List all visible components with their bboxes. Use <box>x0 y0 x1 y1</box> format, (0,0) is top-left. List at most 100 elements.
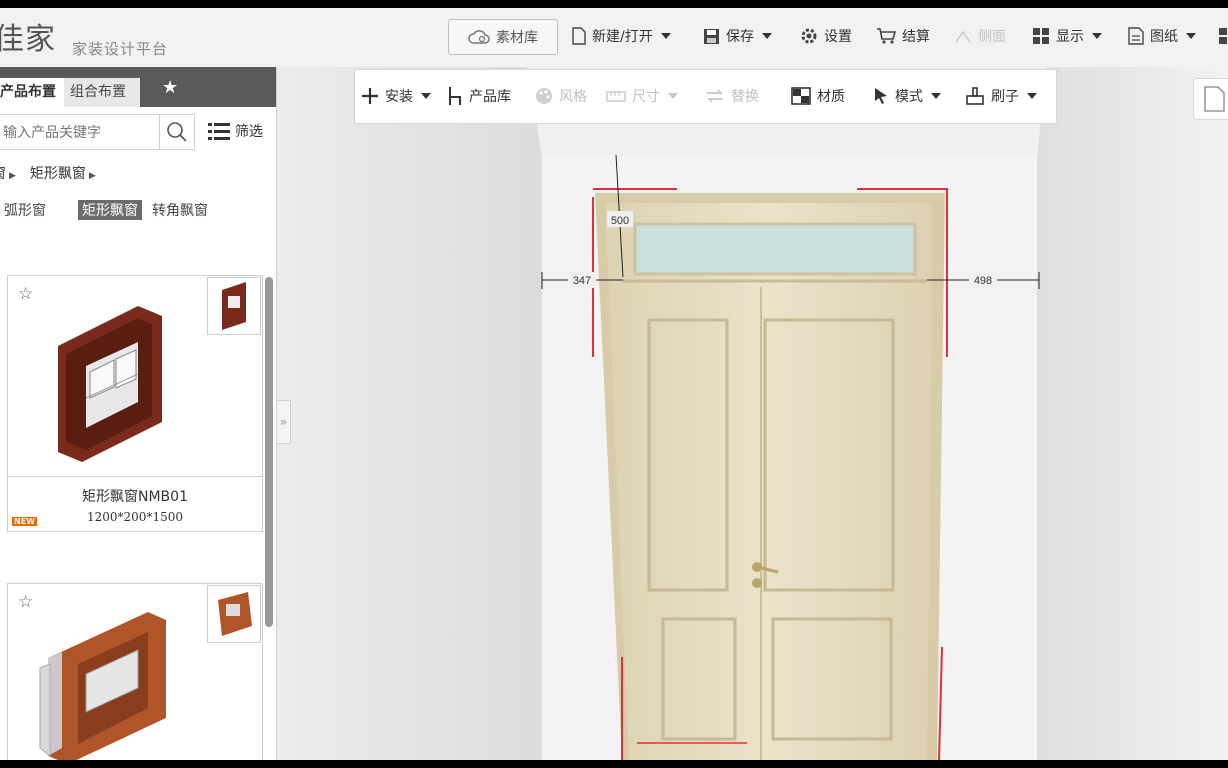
scene-viewport[interactable]: 500 347 498 <box>277 67 1228 760</box>
mode-label: 模式 <box>895 89 923 105</box>
file-icon <box>572 27 586 45</box>
chevron-down-icon <box>1092 33 1102 39</box>
chevron-down-icon <box>931 93 941 99</box>
product-thumbnail[interactable] <box>207 585 261 643</box>
filter-label: 筛选 <box>235 124 263 140</box>
dim-right-label: 498 <box>974 275 992 287</box>
subcategory-list: 弧形窗 矩形飘窗 转角飘窗 <box>4 200 208 220</box>
product-thumbnail[interactable] <box>207 277 261 335</box>
view-button[interactable]: 侧面 <box>954 19 1006 53</box>
size-button[interactable]: 尺寸 <box>606 86 678 106</box>
cart-icon <box>877 28 896 44</box>
subcategory-item[interactable]: 弧形窗 <box>4 200 46 220</box>
install-button[interactable]: 安装 <box>361 86 431 106</box>
search-icon <box>167 122 187 142</box>
dim-top-label: 500 <box>611 215 629 227</box>
more-button[interactable] <box>1218 19 1228 53</box>
search-input[interactable] <box>1 119 160 147</box>
checkout-button[interactable]: 结算 <box>876 19 930 53</box>
double-chevron-right-icon: » <box>279 415 288 429</box>
plus-icon <box>362 88 378 104</box>
product-name: 矩形飘窗NMB01 <box>82 489 188 505</box>
search-box <box>0 114 195 150</box>
palette-icon <box>536 88 552 104</box>
scene-canvas[interactable]: 500 347 498 <box>277 67 1228 760</box>
star-outline-icon[interactable]: ☆ <box>18 284 33 304</box>
style-button[interactable]: 风格 <box>535 86 587 106</box>
library-button[interactable]: 素材库 <box>448 19 558 55</box>
product-card[interactable]: ☆ 矩形飘窗NMB01 1200*200*1500 NEW <box>7 275 263 532</box>
view-label: 侧面 <box>978 29 1006 45</box>
chevron-down-icon <box>1027 93 1037 99</box>
save-label: 保存 <box>726 29 754 45</box>
display-label: 显示 <box>1056 29 1084 45</box>
cloud-icon <box>468 30 490 44</box>
bay-window-icon <box>218 592 252 636</box>
collapse-panel-button[interactable]: » <box>276 400 291 444</box>
chair-icon <box>449 87 461 105</box>
bay-window-image <box>58 306 162 462</box>
subcategory-item[interactable]: 转角飘窗 <box>152 200 208 220</box>
brush-label: 刷子 <box>991 89 1019 105</box>
drawings-label: 图纸 <box>1150 29 1178 45</box>
save-icon <box>704 28 719 44</box>
product-panel: 产品布置 组合布置 ★ 筛选 窗▶ 矩形飘窗▶ 弧形窗 矩形飘窗 转角飘窗 ☆ <box>0 67 277 760</box>
chevron-right-icon: ▶ <box>88 171 96 181</box>
material-icon <box>791 87 811 105</box>
gear-icon <box>801 28 817 44</box>
tab-product-layout[interactable]: 产品布置 <box>0 78 68 107</box>
library-label: 素材库 <box>496 30 538 46</box>
bay-window-icon <box>222 282 246 330</box>
top-bar: 佳家 家装设计平台 素材库 新建/打开 保存 设置 结算 侧面 显示 图纸 <box>0 8 1228 68</box>
new-badge: NEW <box>12 517 37 526</box>
list-icon <box>208 123 230 140</box>
breadcrumb-item[interactable]: 窗▶ <box>0 163 16 183</box>
replace-label: 替换 <box>731 89 759 105</box>
chevron-down-icon <box>668 93 678 99</box>
settings-label: 设置 <box>824 29 852 45</box>
brush-button[interactable]: 刷子 <box>965 86 1037 106</box>
platform-title: 家装设计平台 <box>72 40 169 58</box>
checkout-label: 结算 <box>902 29 930 45</box>
mode-button[interactable]: 模式 <box>873 86 941 106</box>
subcategory-item-selected[interactable]: 矩形飘窗 <box>78 200 142 220</box>
scrollbar[interactable] <box>265 277 273 627</box>
product-library-label: 产品库 <box>469 89 511 105</box>
replace-button[interactable]: 替换 <box>705 86 759 106</box>
page-icon <box>1204 86 1225 112</box>
filter-button[interactable]: 筛选 <box>207 121 263 141</box>
bay-window-image <box>39 612 166 760</box>
brush-icon <box>966 87 984 105</box>
display-button[interactable]: 显示 <box>1032 19 1102 53</box>
style-label: 风格 <box>559 89 587 105</box>
favorites-star-icon[interactable]: ★ <box>162 77 178 98</box>
product-library-button[interactable]: 产品库 <box>447 86 511 106</box>
size-label: 尺寸 <box>632 89 660 105</box>
new-open-button[interactable]: 新建/打开 <box>572 19 671 53</box>
ruler-icon <box>606 91 626 102</box>
chevron-down-icon <box>762 33 772 39</box>
page-view-button[interactable] <box>1193 78 1228 120</box>
search-button[interactable] <box>159 114 194 150</box>
chevron-down-icon <box>660 33 671 39</box>
swap-icon <box>706 89 724 103</box>
dim-left-label: 347 <box>573 275 591 287</box>
settings-button[interactable]: 设置 <box>800 19 852 53</box>
install-label: 安装 <box>385 89 413 105</box>
material-button[interactable]: 材质 <box>791 86 845 106</box>
transom-glass <box>633 222 917 276</box>
product-card[interactable]: ☆ <box>7 583 263 760</box>
chevron-right-icon: ▶ <box>9 171 16 181</box>
grid-icon <box>1033 28 1049 44</box>
brand-logo: 佳家 <box>0 22 56 57</box>
grid-icon <box>1219 28 1227 44</box>
drawings-button[interactable]: 图纸 <box>1128 19 1196 53</box>
tab-group-layout[interactable]: 组合布置 <box>64 78 140 107</box>
app-frame: 佳家 家装设计平台 素材库 新建/打开 保存 设置 结算 侧面 显示 图纸 50… <box>0 8 1228 760</box>
material-label: 材质 <box>817 89 845 105</box>
star-outline-icon[interactable]: ☆ <box>18 592 33 612</box>
breadcrumb-item[interactable]: 矩形飘窗 ▶ <box>30 163 96 183</box>
save-button[interactable]: 保存 <box>703 19 772 53</box>
left-wall <box>277 67 542 760</box>
door[interactable] <box>605 203 933 760</box>
